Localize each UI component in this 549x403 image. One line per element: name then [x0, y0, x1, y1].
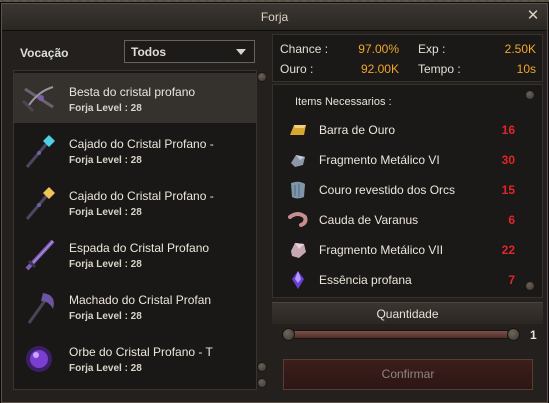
- required-item-qty: 7: [508, 273, 515, 287]
- forge-stats: Chance : 97.00% Ouro : 92.00K Exp : 2.50…: [272, 34, 543, 82]
- gold-staff-icon: [25, 187, 55, 220]
- recipe-level: Forja Level : 28: [69, 207, 142, 218]
- required-item-row[interactable]: Couro revestido dos Orcs 15: [273, 177, 523, 205]
- recipe-level: Forja Level : 28: [69, 311, 142, 322]
- required-item-name: Fragmento Metálico VII: [319, 243, 444, 257]
- axe-icon: [27, 293, 54, 324]
- recipe-level: Forja Level : 28: [69, 155, 142, 166]
- required-item-row[interactable]: Fragmento Metálico VII 22: [273, 237, 523, 265]
- recipe-name: Machado do Cristal Profan: [69, 293, 212, 307]
- vocation-selected-value: Todos: [131, 45, 167, 59]
- recipe-name: Besta do cristal profano: [69, 85, 196, 99]
- crossbow-icon: [21, 86, 54, 113]
- leather-icon: [291, 181, 305, 199]
- recipe-name: Orbe do Cristal Profano - T: [69, 345, 213, 359]
- required-items-panel: Items Necessarios : Barra de Ouro 16 Fra…: [272, 84, 543, 298]
- ouro-value: 92.00K: [360, 62, 399, 76]
- scroll-thumb[interactable]: [257, 362, 267, 372]
- required-item-row[interactable]: Barra de Ouro 16: [273, 117, 523, 145]
- exp-label: Exp :: [418, 42, 446, 56]
- required-item-name: Fragmento Metálico VI: [319, 153, 440, 167]
- required-item-name: Barra de Ouro: [319, 123, 396, 137]
- recipe-name: Cajado do Cristal Profano -: [69, 189, 214, 203]
- chance-value: 97.00%: [358, 42, 399, 56]
- required-item-name: Essência profana: [319, 273, 412, 287]
- required-item-qty: 22: [501, 243, 515, 257]
- recipe-item-staff-blue[interactable]: Cajado do Cristal Profano - Forja Level …: [14, 125, 256, 175]
- window-titlebar[interactable]: Forja ✕: [2, 4, 547, 31]
- recipe-item-crossbow[interactable]: Besta do cristal profano Forja Level : 2…: [14, 73, 256, 123]
- recipe-item-axe[interactable]: Machado do Cristal Profan Forja Level : …: [14, 281, 256, 331]
- essence-icon: [292, 271, 304, 289]
- scroll-up-button[interactable]: [257, 72, 267, 82]
- quantity-title: Quantidade: [272, 302, 543, 324]
- forge-window: Forja ✕ Vocação Todos Besta do cristal p…: [1, 3, 548, 403]
- recipe-item-orb[interactable]: Orbe do Cristal Profano - T Forja Level …: [14, 333, 256, 383]
- quantity-slider-end[interactable]: [507, 328, 520, 341]
- required-item-row[interactable]: Fragmento Metálico VI 30: [273, 147, 523, 175]
- recipe-level: Forja Level : 28: [69, 259, 142, 270]
- chevron-down-icon[interactable]: [236, 49, 246, 55]
- sword-icon: [25, 239, 55, 271]
- confirm-button[interactable]: Confirmar: [283, 359, 533, 390]
- recipe-name: Espada do Cristal Profano: [69, 241, 210, 255]
- vocation-select[interactable]: Todos: [124, 40, 255, 63]
- scroll-down-button[interactable]: [257, 378, 267, 388]
- ouro-label: Ouro :: [280, 62, 314, 76]
- recipe-name: Cajado do Cristal Profano -: [69, 137, 214, 151]
- recipe-level: Forja Level : 28: [69, 363, 142, 374]
- recipe-item-sword[interactable]: Espada do Cristal Profano Forja Level : …: [14, 229, 256, 279]
- recipe-list: Besta do cristal profano Forja Level : 2…: [13, 70, 257, 390]
- quantity-value: 1: [530, 328, 537, 342]
- required-item-row[interactable]: Cauda de Varanus 6: [273, 207, 523, 235]
- chance-label: Chance :: [280, 42, 329, 56]
- window-title: Forja: [260, 10, 289, 24]
- tail-icon: [288, 212, 308, 227]
- required-item-name: Couro revestido dos Orcs: [319, 183, 456, 197]
- required-item-qty: 16: [501, 123, 515, 137]
- quantity-slider-handle[interactable]: [282, 328, 295, 341]
- scroll-down-button[interactable]: [525, 281, 535, 291]
- tempo-value: 10s: [516, 62, 536, 76]
- scroll-up-button[interactable]: [525, 90, 535, 100]
- blue-staff-icon: [25, 135, 55, 168]
- exp-value: 2.50K: [504, 42, 536, 56]
- tempo-label: Tempo :: [418, 62, 461, 76]
- quantity-slider-track[interactable]: [293, 330, 509, 339]
- recipe-level: Forja Level : 28: [69, 103, 142, 114]
- recipe-list-scrollbar[interactable]: [256, 70, 268, 388]
- pink-fragment-icon: [291, 243, 306, 258]
- gold-bar-icon: [290, 125, 306, 135]
- quantity-slider[interactable]: [282, 328, 520, 341]
- close-icon[interactable]: ✕: [525, 8, 541, 24]
- required-item-row[interactable]: Essência profana 7: [273, 267, 523, 295]
- required-items-title: Items Necessarios :: [295, 96, 392, 108]
- required-item-name: Cauda de Varanus: [319, 213, 419, 227]
- vocation-label: Vocação: [20, 46, 69, 60]
- required-item-qty: 6: [508, 213, 515, 227]
- orb-icon: [26, 346, 52, 372]
- required-item-qty: 15: [501, 183, 515, 197]
- metal-fragment-icon: [291, 155, 305, 167]
- recipe-item-staff-gold[interactable]: Cajado do Cristal Profano - Forja Level …: [14, 177, 256, 227]
- required-item-qty: 30: [501, 153, 515, 167]
